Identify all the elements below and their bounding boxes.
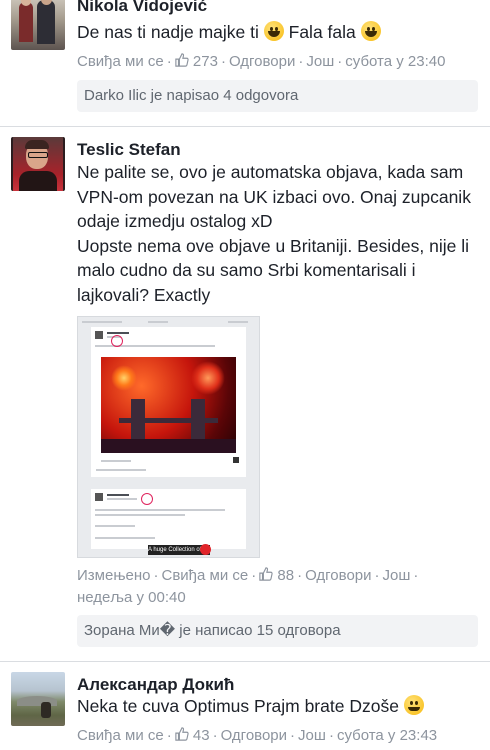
separator: · <box>290 727 296 744</box>
comment-paragraph: Uopste nema ove objave u Britaniji. Besi… <box>77 235 470 305</box>
reply-link[interactable]: Одговори <box>229 53 295 70</box>
comment-author[interactable]: Александар Докић <box>77 675 234 695</box>
smiley-emoji-icon <box>360 21 381 41</box>
timestamp[interactable]: субота у 23:43 <box>337 727 437 744</box>
like-link[interactable]: Свиђа ми се <box>77 727 164 744</box>
separator: · <box>337 53 343 70</box>
separator: · <box>251 567 257 584</box>
comment-author[interactable]: Nikola Vidojević <box>77 0 207 16</box>
comment-actions: Свиђа ми се · 43 · Одговори · Још · субота у 23… <box>77 726 484 746</box>
avatar[interactable] <box>11 0 65 50</box>
separator: · <box>153 567 159 584</box>
reply-link[interactable]: Одговори <box>305 567 371 584</box>
divider <box>0 661 490 662</box>
fireworks-bridge-photo <box>101 357 236 453</box>
comment-author[interactable]: Teslic Stefan <box>77 140 181 160</box>
view-replies-button[interactable]: Darko Ilic je napisao 4 odgovora <box>77 80 478 112</box>
smiley-emoji-icon <box>263 21 284 41</box>
more-link[interactable]: Још <box>383 567 411 584</box>
comment-text: Neka te cuva Optimus Prajm brate Dzoše <box>77 694 478 719</box>
thumbs-up-icon <box>175 53 189 67</box>
avatar[interactable] <box>11 137 65 191</box>
separator: · <box>212 727 218 744</box>
smiley-emoji-icon <box>403 695 424 715</box>
avatar[interactable] <box>11 672 65 726</box>
comment-text-part: Fala fala <box>283 22 361 42</box>
comment-text: Ne palite se, ovo je automatska objava, … <box>77 160 478 307</box>
edited-label[interactable]: Измењено <box>77 567 150 584</box>
more-link[interactable]: Још <box>298 727 326 744</box>
comment-text-part: De nas ti nadje majke ti <box>77 22 264 42</box>
like-link[interactable]: Свиђа ми се <box>161 567 248 584</box>
attached-screenshot-image[interactable]: A huge Collection of Services <box>77 316 260 558</box>
reaction-count[interactable]: 273 <box>193 53 218 70</box>
reaction-count[interactable]: 43 <box>193 727 210 744</box>
thumbs-up-icon <box>259 567 273 581</box>
separator: · <box>166 727 172 744</box>
timestamp[interactable]: субота у 23:40 <box>345 53 445 70</box>
more-link[interactable]: Још <box>306 53 334 70</box>
comment-text-part: Neka te cuva Optimus Prajm brate Dzoše <box>77 696 404 716</box>
comment-actions: Свиђа ми се · 273 · Одговори · Још · субота у 2… <box>77 52 484 72</box>
separator: · <box>220 53 226 70</box>
view-replies-button[interactable]: Зорана Ми� је написао 15 одговора <box>77 615 478 647</box>
separator: · <box>374 567 380 584</box>
reaction-count[interactable]: 88 <box>277 567 294 584</box>
divider <box>0 126 490 127</box>
timestamp[interactable]: недеља у 00:40 <box>77 589 186 606</box>
separator: · <box>166 53 172 70</box>
comment-actions: Измењено · Свиђа ми се · 88 · Одговори · Још · не… <box>77 565 484 609</box>
separator: · <box>328 727 334 744</box>
thumbs-up-icon <box>175 727 189 741</box>
like-link[interactable]: Свиђа ми се <box>77 53 164 70</box>
reply-link[interactable]: Одговори <box>221 727 287 744</box>
comment-paragraph: Ne palite se, ovo je automatska objava, … <box>77 162 471 231</box>
separator: · <box>298 53 304 70</box>
separator: · <box>413 567 419 584</box>
separator: · <box>297 567 303 584</box>
comment-text: De nas ti nadje majke ti Fala fala <box>77 20 478 45</box>
